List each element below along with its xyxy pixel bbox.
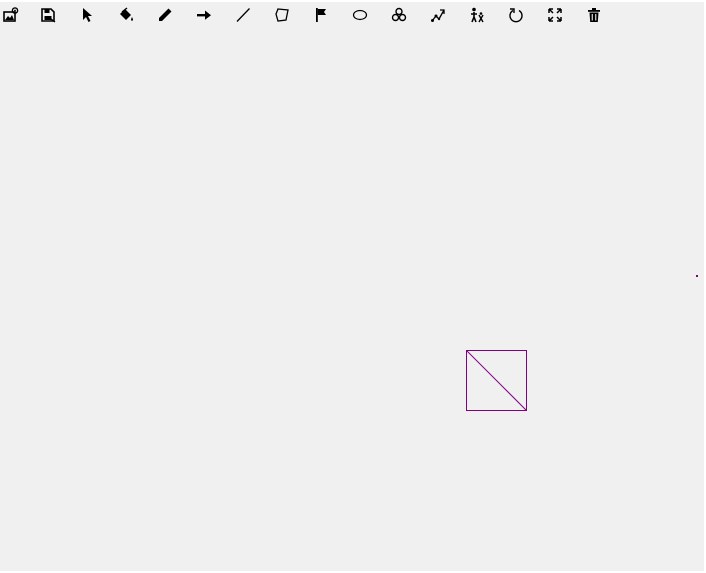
- drawing-layer: [466, 275, 698, 411]
- drawn-diagonal-line[interactable]: [466, 350, 527, 411]
- drawn-dot: [696, 275, 698, 277]
